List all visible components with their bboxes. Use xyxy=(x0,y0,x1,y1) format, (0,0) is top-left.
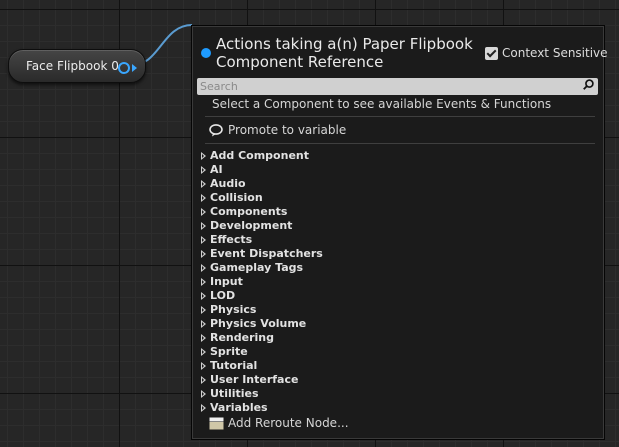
triangle-right-icon[interactable] xyxy=(201,250,206,258)
reroute-label: Add Reroute Node... xyxy=(228,416,349,430)
search-box[interactable] xyxy=(197,78,598,95)
triangle-right-icon[interactable] xyxy=(201,208,206,216)
triangle-right-icon[interactable] xyxy=(201,390,206,398)
category-item[interactable]: Variables xyxy=(199,401,579,415)
category-item[interactable]: LOD xyxy=(199,289,579,303)
context-sensitive-toggle[interactable]: Context Sensitive xyxy=(485,45,608,61)
category-item[interactable]: Input xyxy=(199,275,579,289)
category-item[interactable]: Sprite xyxy=(199,345,579,359)
triangle-right-icon[interactable] xyxy=(201,236,206,244)
reroute-node-icon xyxy=(209,417,224,429)
category-item[interactable]: Add Component xyxy=(199,149,579,163)
search-input[interactable] xyxy=(200,78,570,95)
category-item[interactable]: Collision xyxy=(199,191,579,205)
category-item[interactable]: Utilities xyxy=(199,387,579,401)
triangle-right-icon[interactable] xyxy=(201,194,206,202)
divider xyxy=(205,143,595,144)
triangle-right-icon[interactable] xyxy=(201,222,206,230)
triangle-right-icon[interactable] xyxy=(201,348,206,356)
triangle-right-icon[interactable] xyxy=(201,376,206,384)
flipbook-variable-node[interactable]: Face Flipbook 0 xyxy=(8,49,146,83)
output-pin-icon[interactable] xyxy=(118,62,130,74)
triangle-right-icon[interactable] xyxy=(201,278,206,286)
blue-dot-icon xyxy=(201,48,211,58)
triangle-right-icon[interactable] xyxy=(201,334,206,342)
action-menu: Actions taking a(n) Paper Flipbook Compo… xyxy=(191,25,608,440)
triangle-right-icon[interactable] xyxy=(201,264,206,272)
triangle-right-icon[interactable] xyxy=(201,404,206,412)
promote-label: Promote to variable xyxy=(228,123,347,137)
category-item[interactable]: Gameplay Tags xyxy=(199,261,579,275)
triangle-right-icon[interactable] xyxy=(201,166,206,174)
speech-bubble-icon xyxy=(209,123,223,136)
triangle-right-icon[interactable] xyxy=(201,362,206,370)
category-item[interactable]: Event Dispatchers xyxy=(199,247,579,261)
category-item[interactable]: User Interface xyxy=(199,373,579,387)
triangle-right-icon[interactable] xyxy=(201,292,206,300)
add-reroute-node-item[interactable]: Add Reroute Node... xyxy=(209,416,349,430)
context-sensitive-label: Context Sensitive xyxy=(502,46,608,60)
category-item[interactable]: AI xyxy=(199,163,579,177)
promote-to-variable-item[interactable]: Promote to variable xyxy=(209,123,346,137)
category-item[interactable]: Components xyxy=(199,205,579,219)
category-item[interactable]: Physics Volume xyxy=(199,317,579,331)
node-label: Face Flipbook 0 xyxy=(26,59,119,73)
category-item[interactable]: Physics xyxy=(199,303,579,317)
menu-title: Actions taking a(n) Paper Flipbook Compo… xyxy=(216,35,473,71)
category-list: Add Component AI Audio Collision Compone… xyxy=(199,149,579,415)
category-item[interactable]: Tutorial xyxy=(199,359,579,373)
magnifier-icon[interactable] xyxy=(583,79,594,90)
pin-arrow-icon xyxy=(132,64,137,72)
divider xyxy=(205,116,595,117)
triangle-right-icon[interactable] xyxy=(201,152,206,160)
hint-text: Select a Component to see available Even… xyxy=(212,97,552,111)
category-item[interactable]: Rendering xyxy=(199,331,579,345)
category-item[interactable]: Effects xyxy=(199,233,579,247)
checkbox-checked-icon[interactable] xyxy=(485,46,498,60)
triangle-right-icon[interactable] xyxy=(201,306,206,314)
category-item[interactable]: Development xyxy=(199,219,579,233)
category-item[interactable]: Audio xyxy=(199,177,579,191)
triangle-right-icon[interactable] xyxy=(201,320,206,328)
triangle-right-icon[interactable] xyxy=(201,180,206,188)
